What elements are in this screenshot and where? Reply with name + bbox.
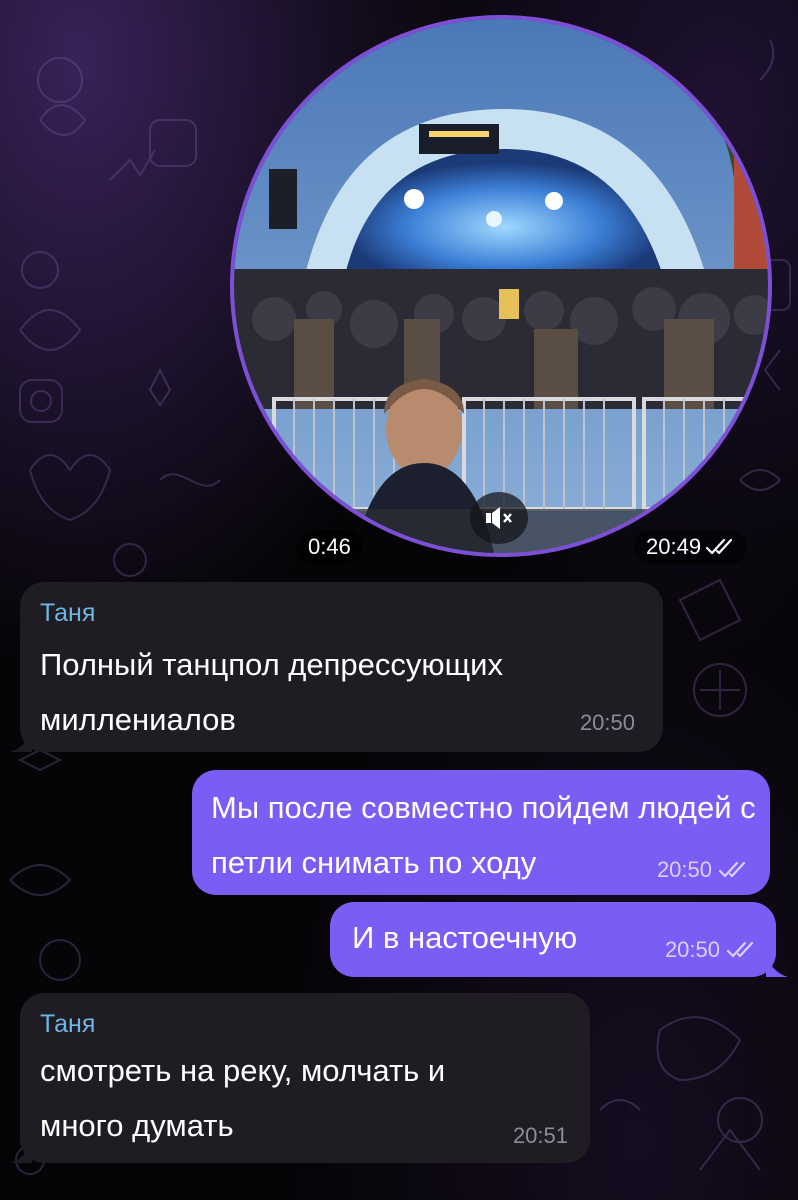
message-meta: 20:50 <box>580 710 635 736</box>
double-check-icon <box>726 941 754 958</box>
message-time: 20:50 <box>579 710 635 735</box>
message-line: И в настоечную <box>352 920 578 955</box>
message-meta: 20:50 <box>657 857 748 883</box>
message-bubble-outgoing[interactable]: Мы после совместно пойдем людей с петли … <box>192 770 770 895</box>
message-time: 20:50 <box>656 857 712 882</box>
concert-video-frame <box>234 19 768 553</box>
speaker-muted-icon <box>486 507 512 529</box>
bubble-tail <box>10 732 32 752</box>
message-meta: 20:50 <box>665 937 756 963</box>
bubble-tail <box>766 957 788 977</box>
message-line: много думать <box>40 1108 234 1143</box>
message-line: миллениалов <box>40 702 236 737</box>
unmute-button[interactable] <box>470 492 528 544</box>
message-line: Полный танцпол депрессующих <box>40 647 503 682</box>
message-time: 20:50 <box>664 937 720 962</box>
message-meta: 20:51 <box>513 1123 568 1149</box>
message-bubble-incoming[interactable]: Таня смотреть на реку, молчать и много д… <box>20 993 590 1163</box>
video-duration: 0:46 <box>308 534 351 559</box>
bubble-tail <box>10 1143 32 1163</box>
message-bubble-outgoing[interactable]: И в настоечную 20:50 <box>330 902 776 977</box>
message-line: Мы после совместно пойдем людей с <box>211 790 756 825</box>
double-check-icon <box>718 861 746 878</box>
video-timestamp-badge: 20:49 <box>634 530 748 564</box>
double-check-icon <box>705 538 733 555</box>
message-text: смотреть на реку, молчать и много думать <box>40 1043 445 1153</box>
message-line: смотреть на реку, молчать и <box>40 1053 446 1088</box>
sender-name: Таня <box>40 599 96 627</box>
sender-name: Таня <box>40 1010 96 1038</box>
message-text: Полный танцпол депрессующих миллениалов <box>40 637 503 747</box>
message-text: И в настоечную <box>352 910 577 965</box>
message-time: 20:51 <box>512 1123 568 1148</box>
message-bubble-incoming[interactable]: Таня Полный танцпол депрессующих миллени… <box>20 582 663 752</box>
video-duration-badge: 0:46 <box>296 530 363 564</box>
round-video-message[interactable] <box>230 15 772 557</box>
video-time: 20:49 <box>646 534 702 559</box>
